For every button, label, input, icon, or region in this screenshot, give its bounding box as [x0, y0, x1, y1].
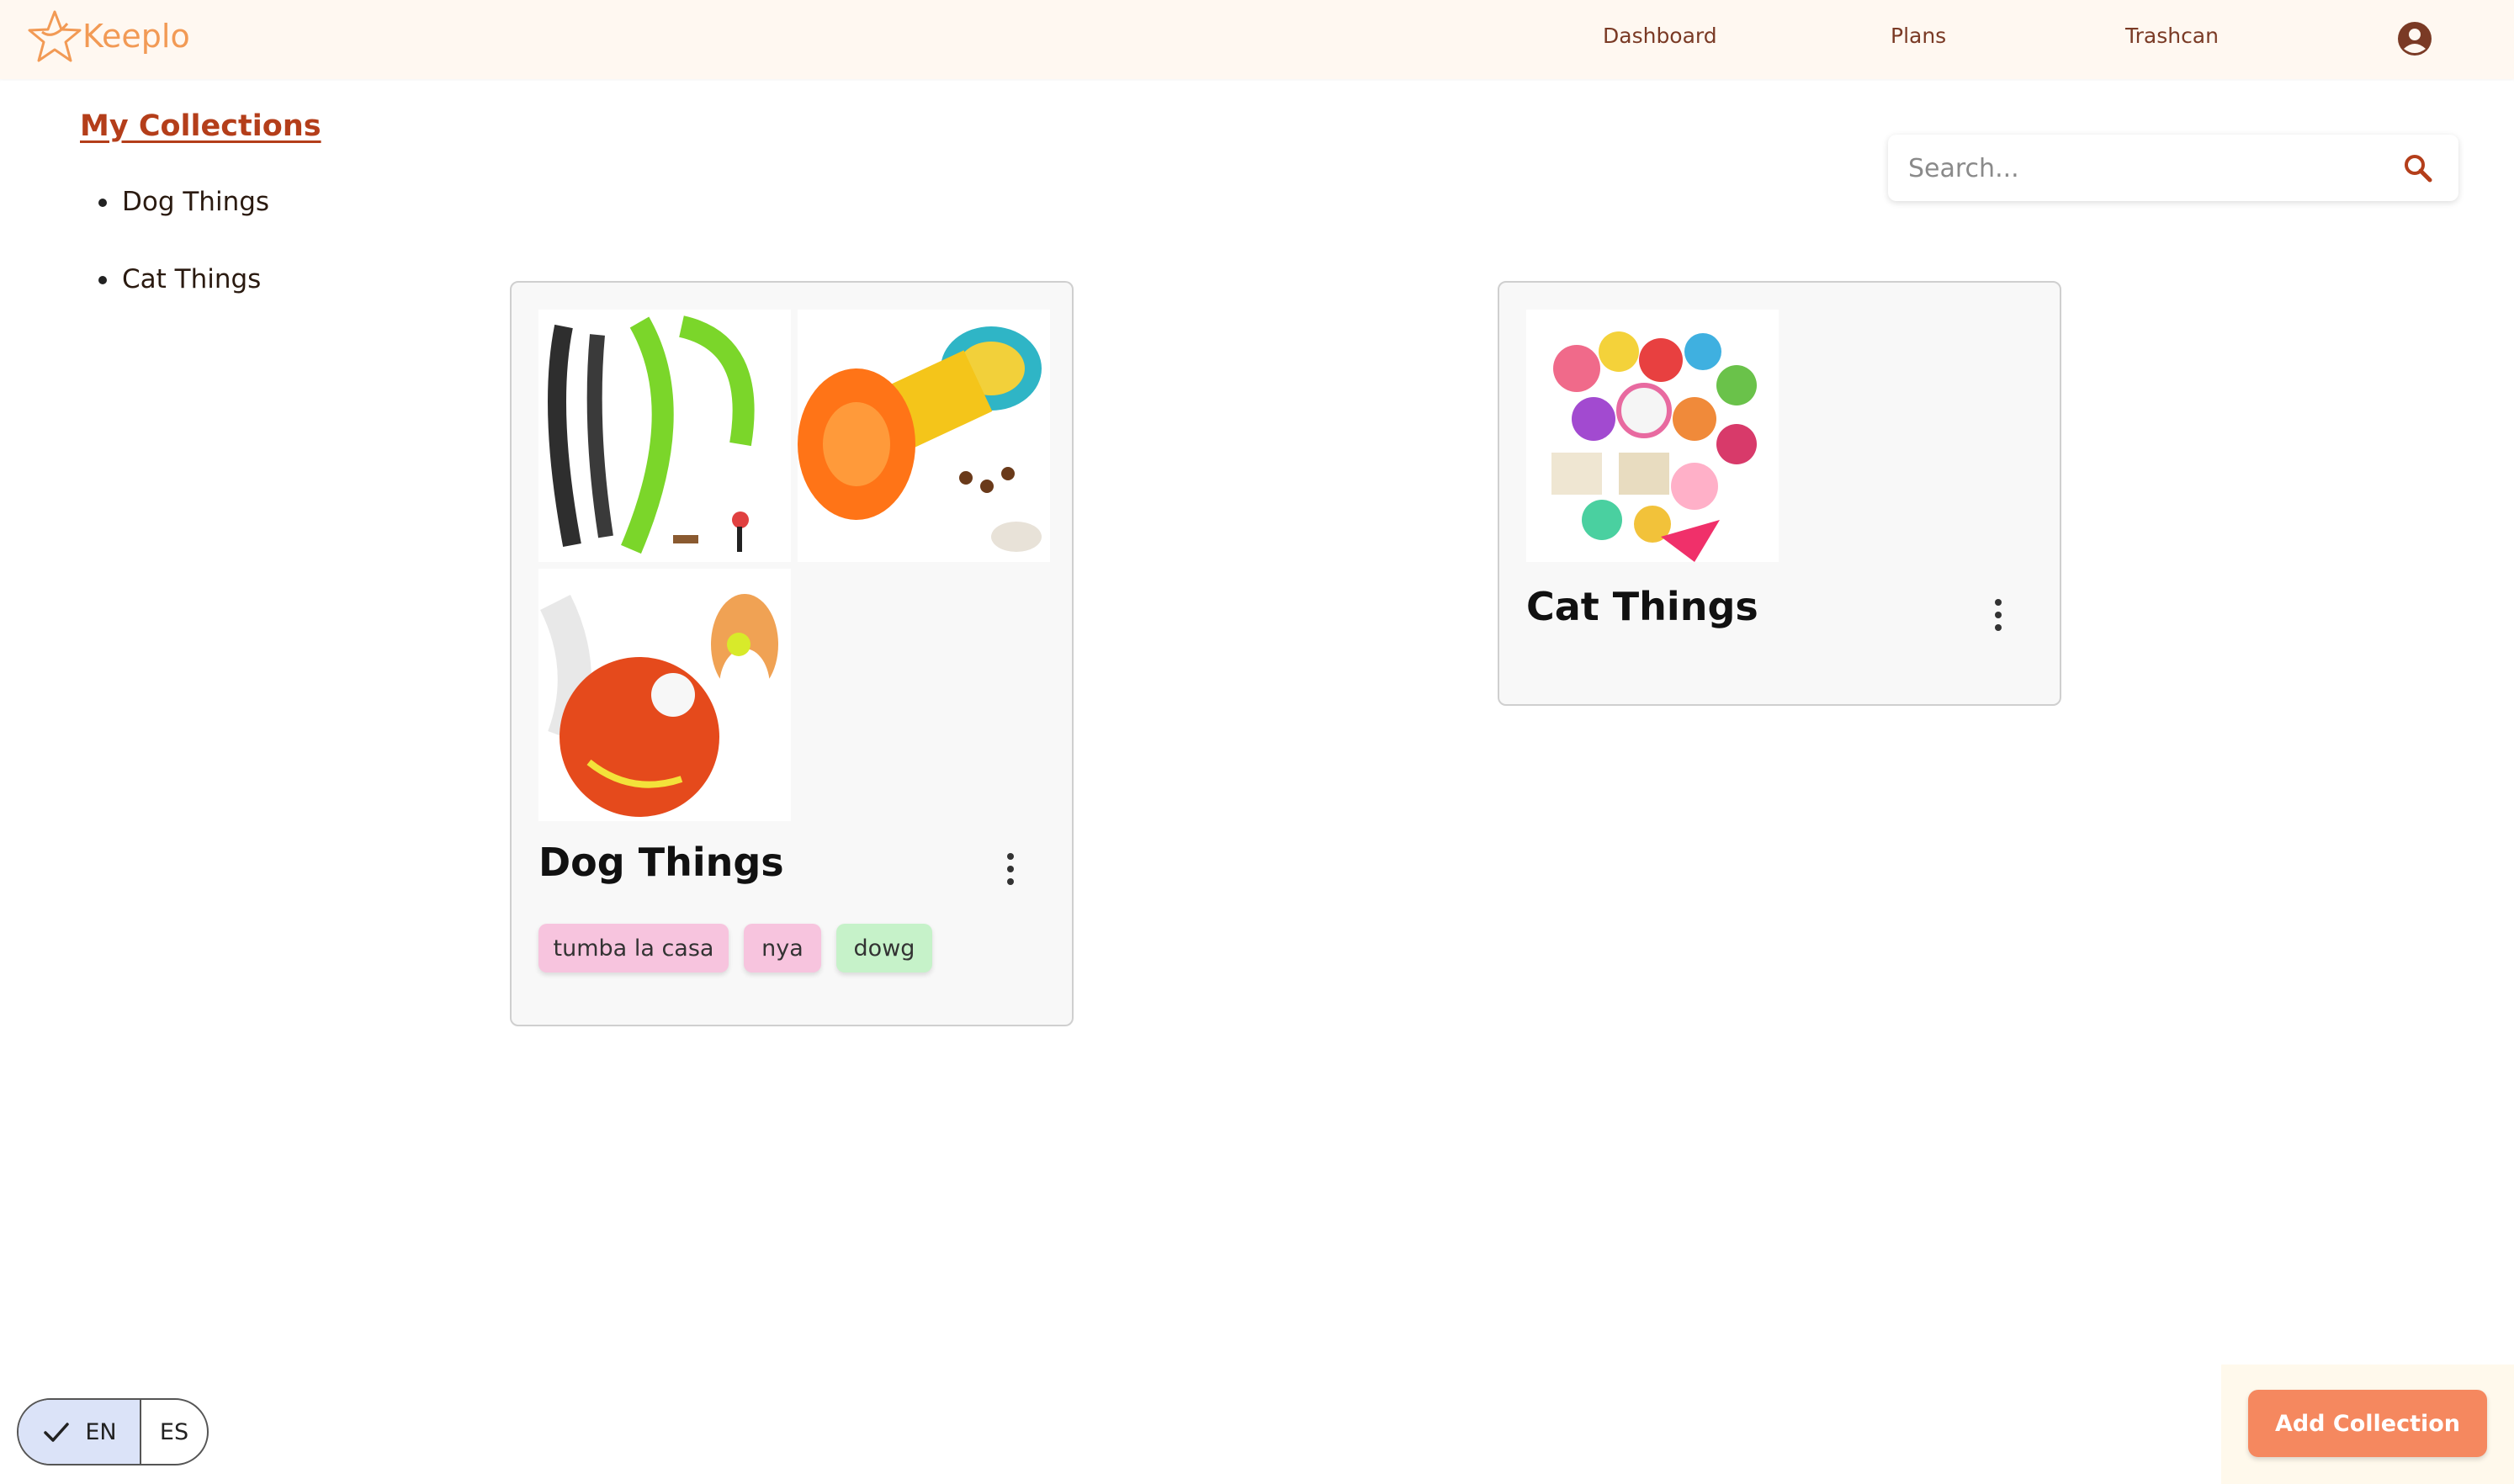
checkmark-icon [44, 1423, 70, 1442]
sidebar-collection-list: Dog Things Cat Things [80, 187, 269, 342]
tag-chip[interactable]: tumba la casa [538, 924, 729, 973]
sidebar-item-label: Cat Things [122, 264, 262, 294]
sidebar-item-label: Dog Things [122, 187, 270, 217]
search-input[interactable] [1907, 135, 2381, 203]
nav-trashcan-link[interactable]: Trashcan [2125, 24, 2219, 48]
assorted-cat-toys-photo [1526, 310, 1779, 562]
nav-plans-link[interactable]: Plans [1891, 24, 1946, 48]
dog-things-options-icon[interactable] [998, 848, 1023, 890]
collection-card-dog-things[interactable]: Dog Things tumba la casa nya dowg [510, 281, 1074, 1026]
treat-dispenser-toy-photo [798, 310, 1050, 562]
search-icon[interactable] [2400, 150, 2437, 187]
language-label: EN [85, 1418, 117, 1445]
orange-ball-toy-with-corgi-photo [538, 569, 791, 821]
tag-chip[interactable]: nya [744, 924, 821, 973]
app-logo[interactable]: Keeplo [25, 7, 190, 66]
account-avatar-icon[interactable] [2396, 20, 2433, 57]
sidebar-title[interactable]: My Collections [80, 109, 321, 143]
bullet-icon [98, 276, 107, 284]
collection-title: Dog Things [538, 840, 784, 885]
star-logo-icon [28, 10, 82, 62]
app-name: Keeplo [82, 18, 190, 55]
sidebar-item-cat-things[interactable]: Cat Things [80, 264, 269, 342]
dog-leash-photo [538, 310, 791, 562]
collection-title: Cat Things [1526, 584, 1758, 629]
nav-dashboard-link[interactable]: Dashboard [1603, 24, 1717, 48]
bullet-icon [98, 199, 107, 207]
top-navigation-bar: Keeplo Dashboard Plans Trashcan [0, 0, 2514, 79]
language-option-en[interactable]: EN [19, 1400, 141, 1464]
collection-card-cat-things[interactable]: Cat Things [1498, 281, 2061, 706]
language-toggle: EN ES [17, 1398, 209, 1465]
add-collection-button[interactable]: Add Collection [2248, 1390, 2487, 1457]
language-option-es[interactable]: ES [141, 1400, 207, 1464]
cat-things-options-icon[interactable] [1986, 594, 2011, 636]
tag-chip[interactable]: dowg [836, 924, 932, 973]
language-label: ES [159, 1418, 189, 1445]
search-box [1888, 135, 2458, 203]
sidebar-item-dog-things[interactable]: Dog Things [80, 187, 269, 264]
